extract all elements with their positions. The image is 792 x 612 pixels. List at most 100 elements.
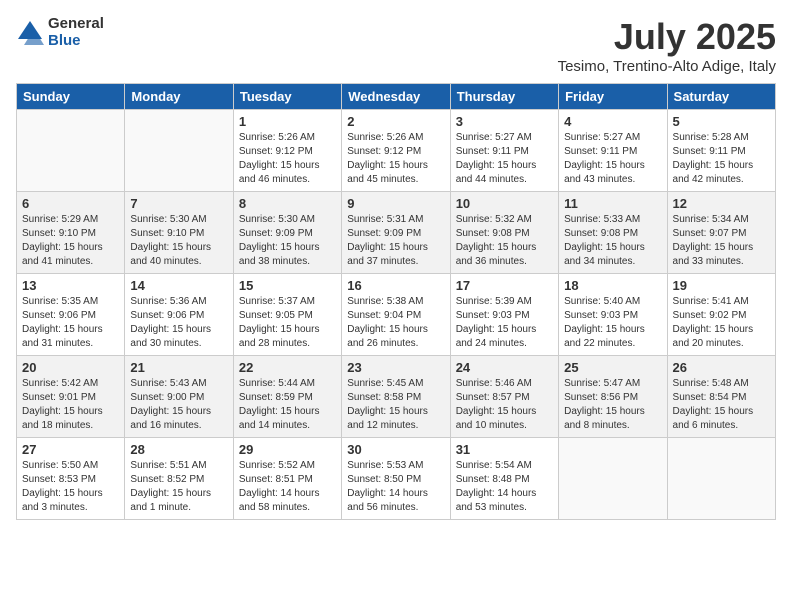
header-thursday: Thursday (450, 84, 558, 110)
day-info: Sunrise: 5:34 AM Sunset: 9:07 PM Dayligh… (673, 213, 770, 269)
day-number: 10 (456, 196, 553, 211)
day-info: Sunrise: 5:31 AM Sunset: 9:09 PM Dayligh… (347, 213, 444, 269)
week-row-1: 1Sunrise: 5:26 AM Sunset: 9:12 PM Daylig… (17, 110, 776, 192)
day-number: 22 (239, 360, 336, 375)
calendar-cell: 23Sunrise: 5:45 AM Sunset: 8:58 PM Dayli… (342, 356, 450, 438)
week-row-3: 13Sunrise: 5:35 AM Sunset: 9:06 PM Dayli… (17, 274, 776, 356)
day-info: Sunrise: 5:27 AM Sunset: 9:11 PM Dayligh… (564, 131, 661, 187)
day-info: Sunrise: 5:43 AM Sunset: 9:00 PM Dayligh… (130, 377, 227, 433)
header-monday: Monday (125, 84, 233, 110)
calendar-cell: 15 Sunrise: 5:37 AM Sunset: 9:05 PM Dayli… (233, 274, 341, 356)
day-info: Sunrise: 5:42 AM Sunset: 9:01 PM Dayligh… (22, 377, 119, 433)
calendar-cell: 13Sunrise: 5:35 AM Sunset: 9:06 PM Dayli… (17, 274, 125, 356)
header-wednesday: Wednesday (342, 84, 450, 110)
day-number: 29 (239, 442, 336, 457)
calendar-cell: 27 Sunrise: 5:50 AM Sunset: 8:53 PM Dayli… (17, 438, 125, 520)
day-info: Sunrise: 5:46 AM Sunset: 8:57 PM Dayligh… (456, 377, 553, 433)
day-number: 17 (456, 278, 553, 293)
calendar-cell: 4 Sunrise: 5:27 AM Sunset: 9:11 PM Daylig… (559, 110, 667, 192)
calendar-cell: 6 Sunrise: 5:29 AM Sunset: 9:10 PM Daylig… (17, 192, 125, 274)
day-info: Sunrise: 5:30 AM Sunset: 9:09 PM Dayligh… (239, 213, 336, 269)
header-friday: Friday (559, 84, 667, 110)
calendar-cell: 29Sunrise: 5:52 AM Sunset: 8:51 PM Dayli… (233, 438, 341, 520)
calendar-cell: 8Sunrise: 5:30 AM Sunset: 9:09 PM Daylig… (233, 192, 341, 274)
day-info: Sunrise: 5:26 AM Sunset: 9:12 PM Dayligh… (347, 131, 444, 187)
day-info: Sunrise: 5:33 AM Sunset: 9:08 PM Dayligh… (564, 213, 661, 269)
calendar-cell: 28Sunrise: 5:51 AM Sunset: 8:52 PM Dayli… (125, 438, 233, 520)
calendar-cell: 10 Sunrise: 5:32 AM Sunset: 9:08 PM Dayli… (450, 192, 558, 274)
day-number: 9 (347, 196, 444, 211)
calendar-cell: 5Sunrise: 5:28 AM Sunset: 9:11 PM Daylig… (667, 110, 775, 192)
day-info: Sunrise: 5:27 AM Sunset: 9:11 PM Dayligh… (456, 131, 553, 187)
calendar-cell: 17 Sunrise: 5:39 AM Sunset: 9:03 PM Dayli… (450, 274, 558, 356)
day-number: 6 (22, 196, 119, 211)
week-row-5: 27 Sunrise: 5:50 AM Sunset: 8:53 PM Dayli… (17, 438, 776, 520)
day-number: 7 (130, 196, 227, 211)
day-number: 13 (22, 278, 119, 293)
day-number: 2 (347, 114, 444, 129)
day-info: Sunrise: 5:39 AM Sunset: 9:03 PM Dayligh… (456, 295, 553, 351)
logo-text: General Blue (48, 16, 104, 49)
header-saturday: Saturday (667, 84, 775, 110)
calendar-cell (667, 438, 775, 520)
day-info: Sunrise: 5:38 AM Sunset: 9:04 PM Dayligh… (347, 295, 444, 351)
day-info: Sunrise: 5:45 AM Sunset: 8:58 PM Dayligh… (347, 377, 444, 433)
day-number: 30 (347, 442, 444, 457)
day-info: Sunrise: 5:47 AM Sunset: 8:56 PM Dayligh… (564, 377, 661, 433)
day-number: 26 (673, 360, 770, 375)
logo: General Blue (16, 16, 104, 49)
calendar-cell: 1Sunrise: 5:26 AM Sunset: 9:12 PM Daylig… (233, 110, 341, 192)
day-number: 18 (564, 278, 661, 293)
calendar-cell: 26 Sunrise: 5:48 AM Sunset: 8:54 PM Dayli… (667, 356, 775, 438)
calendar-cell: 19 Sunrise: 5:41 AM Sunset: 9:02 PM Dayli… (667, 274, 775, 356)
day-info: Sunrise: 5:53 AM Sunset: 8:50 PM Dayligh… (347, 459, 444, 515)
day-number: 19 (673, 278, 770, 293)
calendar-cell (125, 110, 233, 192)
day-info: Sunrise: 5:37 AM Sunset: 9:05 PM Dayligh… (239, 295, 336, 351)
calendar-cell (17, 110, 125, 192)
day-info: Sunrise: 5:29 AM Sunset: 9:10 PM Dayligh… (22, 213, 119, 269)
calendar-cell: 20 Sunrise: 5:42 AM Sunset: 9:01 PM Dayli… (17, 356, 125, 438)
day-number: 11 (564, 196, 661, 211)
header-sunday: Sunday (17, 84, 125, 110)
header-tuesday: Tuesday (233, 84, 341, 110)
calendar-cell: 21 Sunrise: 5:43 AM Sunset: 9:00 PM Dayli… (125, 356, 233, 438)
calendar-cell: 9 Sunrise: 5:31 AM Sunset: 9:09 PM Daylig… (342, 192, 450, 274)
day-info: Sunrise: 5:41 AM Sunset: 9:02 PM Dayligh… (673, 295, 770, 351)
day-info: Sunrise: 5:50 AM Sunset: 8:53 PM Dayligh… (22, 459, 119, 515)
calendar-cell: 31 Sunrise: 5:54 AM Sunset: 8:48 PM Dayli… (450, 438, 558, 520)
day-number: 31 (456, 442, 553, 457)
week-row-2: 6 Sunrise: 5:29 AM Sunset: 9:10 PM Daylig… (17, 192, 776, 274)
calendar-cell: 24 Sunrise: 5:46 AM Sunset: 8:57 PM Dayli… (450, 356, 558, 438)
day-number: 28 (130, 442, 227, 457)
calendar-cell: 3 Sunrise: 5:27 AM Sunset: 9:11 PM Daylig… (450, 110, 558, 192)
day-number: 27 (22, 442, 119, 457)
day-number: 4 (564, 114, 661, 129)
calendar-cell: 11 Sunrise: 5:33 AM Sunset: 9:08 PM Dayli… (559, 192, 667, 274)
day-number: 20 (22, 360, 119, 375)
day-number: 15 (239, 278, 336, 293)
day-info: Sunrise: 5:26 AM Sunset: 9:12 PM Dayligh… (239, 131, 336, 187)
header-row: SundayMondayTuesdayWednesdayThursdayFrid… (17, 84, 776, 110)
day-info: Sunrise: 5:32 AM Sunset: 9:08 PM Dayligh… (456, 213, 553, 269)
day-number: 16 (347, 278, 444, 293)
calendar-cell: 18Sunrise: 5:40 AM Sunset: 9:03 PM Dayli… (559, 274, 667, 356)
day-info: Sunrise: 5:48 AM Sunset: 8:54 PM Dayligh… (673, 377, 770, 433)
calendar-cell: 7Sunrise: 5:30 AM Sunset: 9:10 PM Daylig… (125, 192, 233, 274)
logo-blue: Blue (48, 33, 104, 50)
day-info: Sunrise: 5:54 AM Sunset: 8:48 PM Dayligh… (456, 459, 553, 515)
page-header: General Blue July 2025 Tesimo, Trentino-… (16, 16, 776, 75)
calendar-table: SundayMondayTuesdayWednesdayThursdayFrid… (16, 83, 776, 520)
title-block: July 2025 Tesimo, Trentino-Alto Adige, I… (558, 16, 776, 75)
day-number: 14 (130, 278, 227, 293)
day-number: 12 (673, 196, 770, 211)
day-number: 24 (456, 360, 553, 375)
calendar-cell: 30 Sunrise: 5:53 AM Sunset: 8:50 PM Dayli… (342, 438, 450, 520)
calendar-cell: 2 Sunrise: 5:26 AM Sunset: 9:12 PM Daylig… (342, 110, 450, 192)
calendar-cell: 25 Sunrise: 5:47 AM Sunset: 8:56 PM Dayli… (559, 356, 667, 438)
day-number: 21 (130, 360, 227, 375)
day-number: 3 (456, 114, 553, 129)
day-number: 25 (564, 360, 661, 375)
day-info: Sunrise: 5:44 AM Sunset: 8:59 PM Dayligh… (239, 377, 336, 433)
day-info: Sunrise: 5:28 AM Sunset: 9:11 PM Dayligh… (673, 131, 770, 187)
